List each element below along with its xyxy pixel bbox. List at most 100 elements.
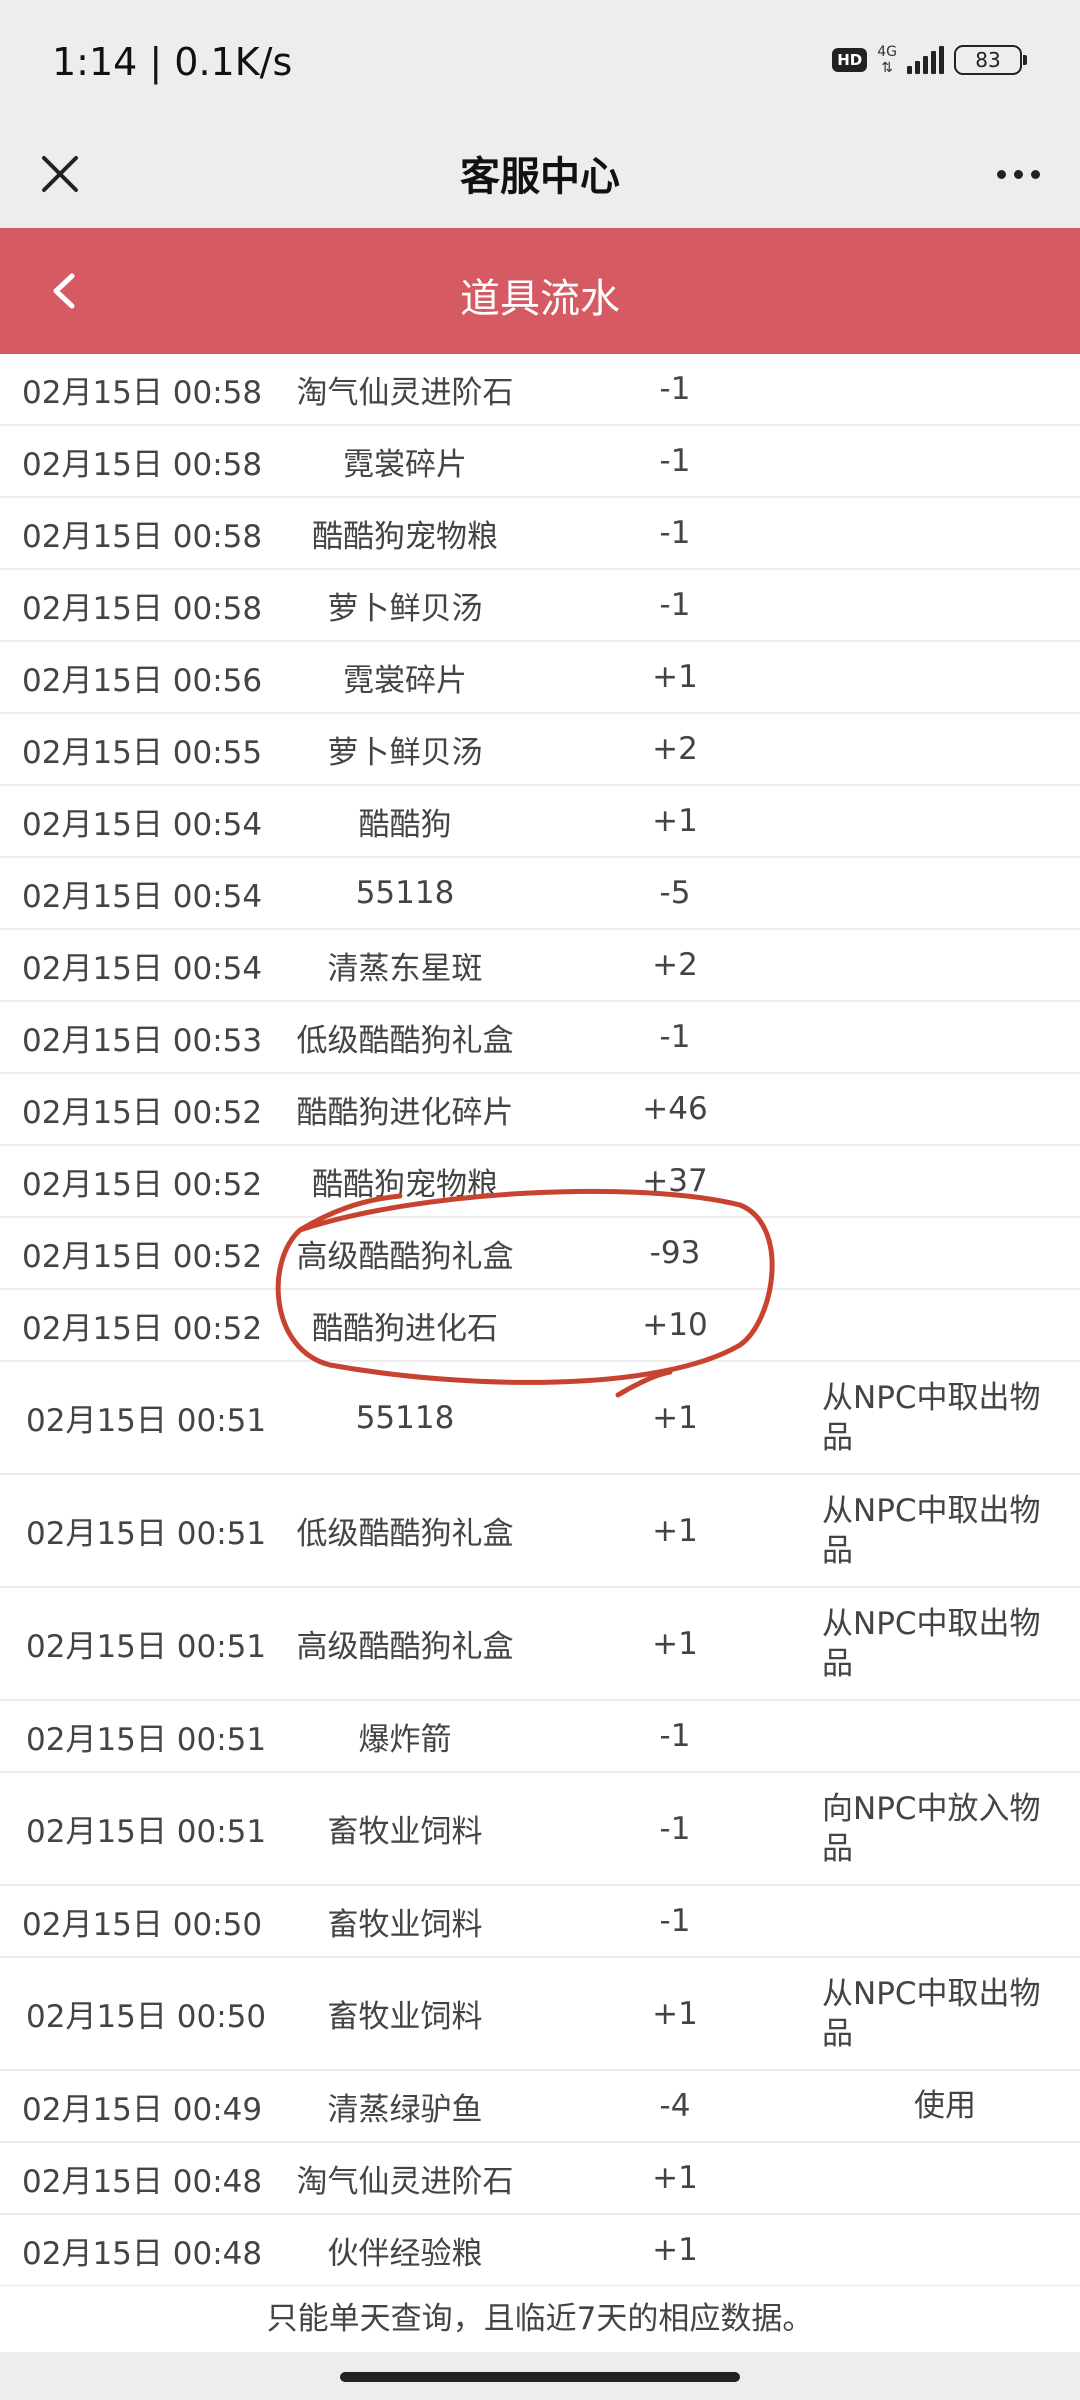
table-row: 02月15日 00:58 酷酷狗宠物粮 -1: [0, 498, 1080, 570]
row-time: 02月15日 00:52: [22, 1238, 263, 1275]
data-arrows-icon: ⇅: [881, 60, 893, 76]
row-quantity: +1: [652, 659, 698, 695]
row-time: 02月15日 00:58: [22, 446, 263, 483]
table-row: 02月15日 00:48 淘气仙灵进阶石 +1: [0, 2143, 1080, 2215]
table-row: 02月15日 00:51 55118 +1 从NPC中取出物品: [0, 1362, 1080, 1475]
table-row: 02月15日 00:50 畜牧业饲料 +1 从NPC中取出物品: [0, 1958, 1080, 2071]
status-icons: HD 4G ⇅ 83: [832, 44, 1027, 76]
row-quantity: +1: [652, 803, 698, 839]
row-item: 酷酷狗进化碎片: [296, 1094, 514, 1131]
row-time: 02月15日 00:52: [22, 1094, 263, 1131]
row-time: 02月15日 00:49: [22, 2091, 263, 2128]
row-time: 02月15日 00:58: [22, 590, 263, 627]
row-time: 02月15日 00:50: [26, 1999, 267, 2035]
row-item: 低级酷酷狗礼盒: [296, 1516, 514, 1552]
row-time: 02月15日 00:51: [26, 1629, 267, 1665]
table-row: 02月15日 00:58 淘气仙灵进阶石 -1: [0, 354, 1080, 426]
row-quantity: -5: [659, 875, 691, 911]
row-quantity: +1: [652, 1512, 698, 1549]
table-row: 02月15日 00:54 酷酷狗 +1: [0, 786, 1080, 858]
row-time: 02月15日 00:52: [22, 1310, 263, 1347]
row-quantity: +1: [652, 2232, 698, 2268]
row-time: 02月15日 00:51: [26, 1814, 267, 1850]
table-row: 02月15日 00:49 清蒸绿驴鱼 -4 使用: [0, 2071, 1080, 2143]
row-item: 55118: [355, 875, 455, 911]
table-row: 02月15日 00:58 霓裳碎片 -1: [0, 426, 1080, 498]
row-item: 清蒸绿驴鱼: [327, 2091, 483, 2128]
row-note: 从NPC中取出物品: [822, 1605, 1041, 1682]
row-quantity: +37: [642, 1163, 708, 1199]
signal-icon: [907, 46, 944, 74]
row-time: 02月15日 00:55: [22, 734, 263, 771]
row-quantity: -1: [659, 1903, 691, 1939]
home-indicator[interactable]: [340, 2372, 740, 2382]
table-row: 02月15日 00:58 萝卜鲜贝汤 -1: [0, 570, 1080, 642]
table-row: 02月15日 00:52 酷酷狗进化碎片 +46: [0, 1074, 1080, 1146]
gesture-bar: [0, 2352, 1080, 2400]
row-item: 酷酷狗: [358, 806, 452, 843]
nav-title: 客服中心: [460, 154, 620, 200]
row-item: 55118: [355, 1399, 455, 1436]
row-item: 淘气仙灵进阶石: [296, 2163, 514, 2200]
query-limit-note: 只能单天查询，且临近7天的相应数据。: [0, 2286, 1080, 2352]
row-time: 02月15日 00:52: [22, 1166, 263, 1203]
row-time: 02月15日 00:51: [26, 1721, 267, 1758]
row-item: 酷酷狗宠物粮: [312, 1166, 498, 1203]
row-item: 畜牧业饲料: [327, 1814, 483, 1850]
table-row: 02月15日 00:52 酷酷狗宠物粮 +37: [0, 1146, 1080, 1218]
row-time: 02月15日 00:53: [22, 1022, 263, 1059]
page-title: 道具流水: [460, 276, 620, 322]
row-time: 02月15日 00:54: [22, 806, 263, 843]
row-quantity: -93: [649, 1235, 701, 1271]
network-label: 4G: [877, 44, 897, 60]
row-item: 萝卜鲜贝汤: [327, 590, 483, 627]
row-quantity: +1: [652, 1399, 698, 1436]
row-item: 低级酷酷狗礼盒: [296, 1022, 514, 1059]
row-item: 酷酷狗进化石: [312, 1310, 498, 1347]
row-quantity: +2: [652, 731, 698, 767]
battery-level: 83: [975, 48, 1001, 72]
row-item: 霓裳碎片: [343, 446, 467, 483]
nav-bar: 客服中心: [0, 120, 1080, 228]
table-row: 02月15日 00:51 畜牧业饲料 -1 向NPC中放入物品: [0, 1773, 1080, 1886]
row-quantity: -1: [659, 515, 691, 551]
row-quantity: -4: [659, 2088, 691, 2124]
table-row: 02月15日 00:54 55118 -5: [0, 858, 1080, 930]
row-item: 伙伴经验粮: [327, 2235, 483, 2272]
row-time: 02月15日 00:48: [22, 2235, 263, 2272]
row-item: 爆炸箭: [358, 1721, 452, 1758]
row-quantity: -1: [659, 1810, 691, 1847]
row-quantity: -1: [659, 1718, 691, 1754]
status-time: 1:14 | 0.1K/s: [52, 40, 293, 84]
hd-badge: HD: [832, 48, 868, 72]
row-item: 萝卜鲜贝汤: [327, 734, 483, 771]
more-icon[interactable]: [986, 146, 1050, 202]
table-row: 02月15日 00:56 霓裳碎片 +1: [0, 642, 1080, 714]
table-row: 02月15日 00:48 伙伴经验粮 +1: [0, 2215, 1080, 2287]
table-row: 02月15日 00:52 高级酷酷狗礼盒 -93: [0, 1218, 1080, 1290]
row-item: 清蒸东星斑: [327, 950, 483, 987]
table-row: 02月15日 00:53 低级酷酷狗礼盒 -1: [0, 1002, 1080, 1074]
row-quantity: -1: [659, 1019, 691, 1055]
table-row: 02月15日 00:55 萝卜鲜贝汤 +2: [0, 714, 1080, 786]
row-note: 从NPC中取出物品: [822, 1379, 1041, 1456]
row-time: 02月15日 00:58: [22, 518, 263, 555]
table-row: 02月15日 00:51 高级酷酷狗礼盒 +1 从NPC中取出物品: [0, 1588, 1080, 1701]
item-log-list: 02月15日 00:58 淘气仙灵进阶石 -1 02月15日 00:58 霓裳碎…: [0, 354, 1080, 2287]
row-quantity: +2: [652, 947, 698, 983]
row-quantity: +1: [652, 1995, 698, 2032]
row-item: 高级酷酷狗礼盒: [296, 1629, 514, 1665]
table-row: 02月15日 00:54 清蒸东星斑 +2: [0, 930, 1080, 1002]
row-quantity: +1: [652, 2160, 698, 2196]
row-quantity: -1: [659, 587, 691, 623]
row-quantity: +10: [642, 1307, 708, 1343]
row-item: 畜牧业饲料: [327, 1999, 483, 2035]
table-row: 02月15日 00:50 畜牧业饲料 -1: [0, 1886, 1080, 1958]
table-row: 02月15日 00:51 爆炸箭 -1: [0, 1701, 1080, 1773]
table-row: 02月15日 00:52 酷酷狗进化石 +10: [0, 1290, 1080, 1362]
row-time: 02月15日 00:54: [22, 950, 263, 987]
battery-icon: 83: [954, 45, 1027, 75]
table-row: 02月15日 00:51 低级酷酷狗礼盒 +1 从NPC中取出物品: [0, 1475, 1080, 1588]
network-type: 4G ⇅: [877, 44, 897, 76]
row-quantity: -1: [659, 371, 691, 407]
